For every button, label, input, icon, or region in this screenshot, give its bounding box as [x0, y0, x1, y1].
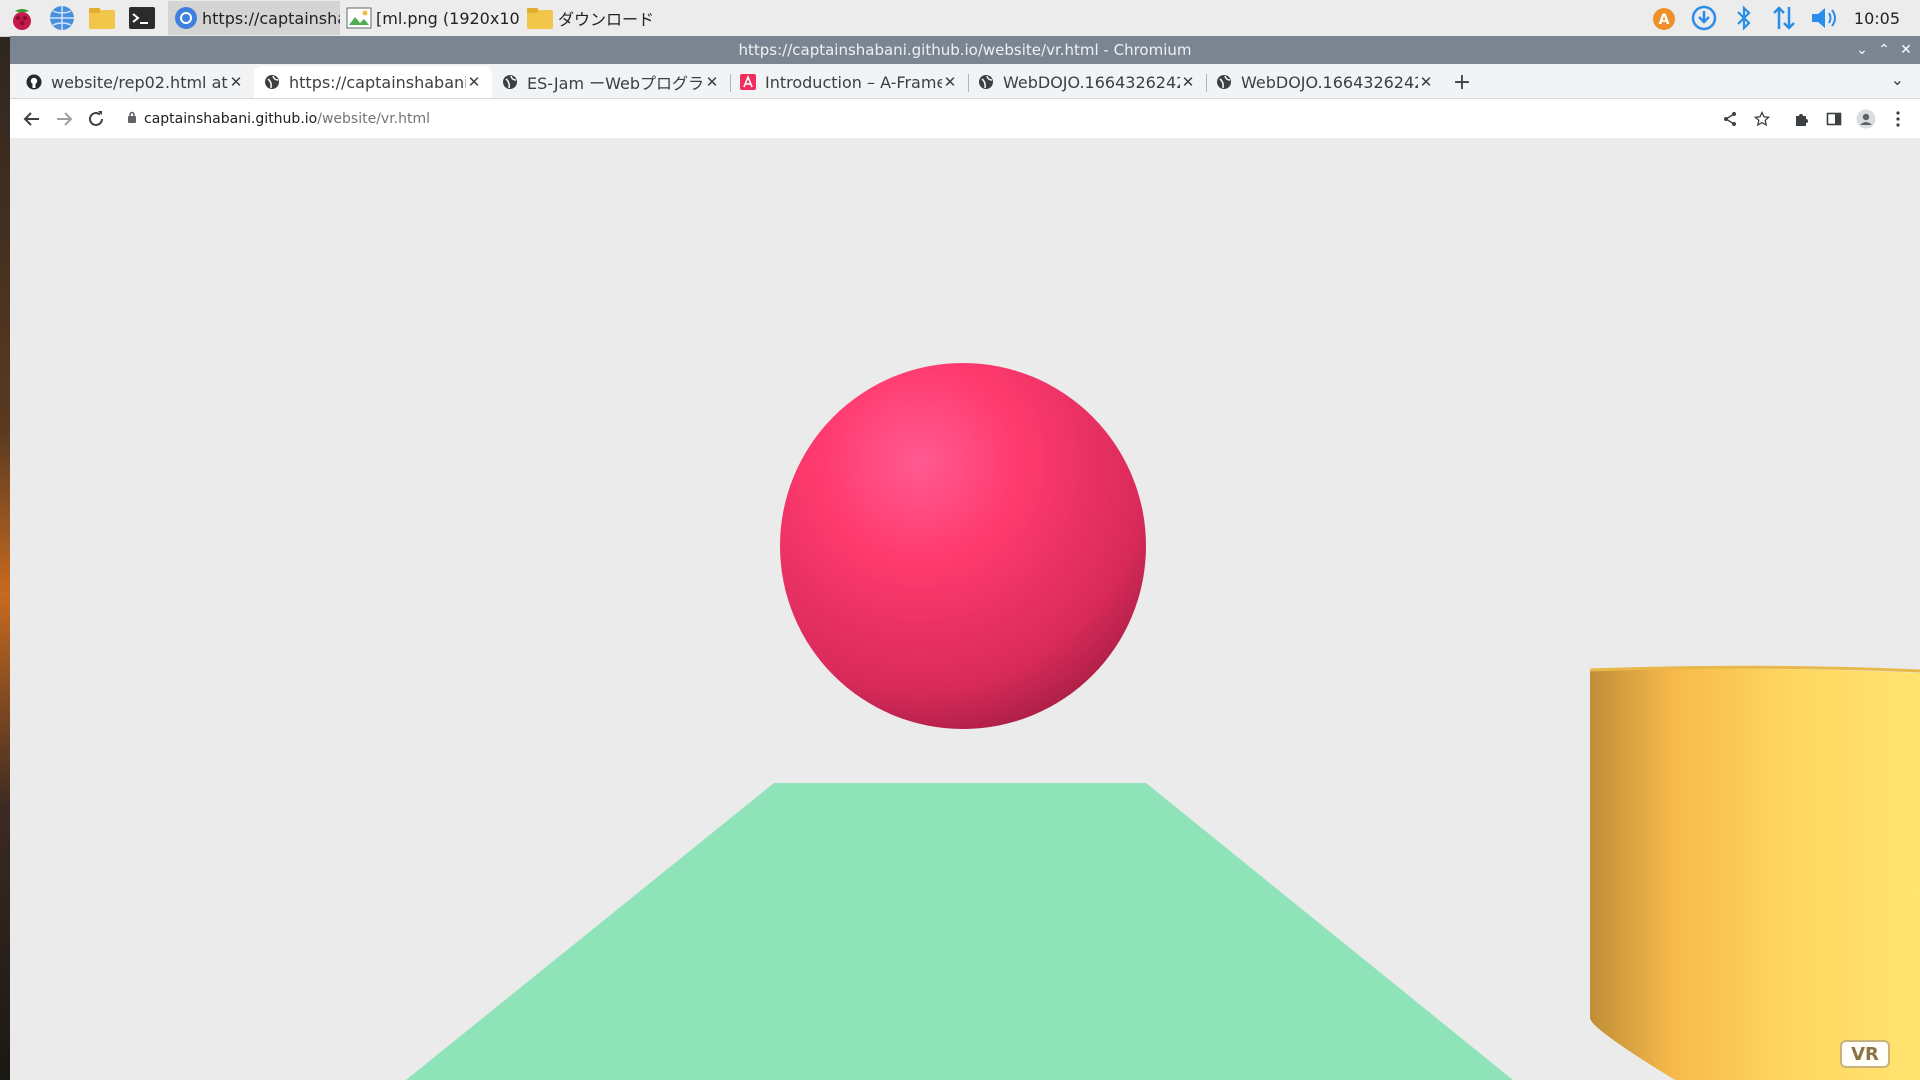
raspberry-menu-icon[interactable]	[4, 0, 40, 36]
reload-icon[interactable]	[80, 103, 112, 135]
more-menu-icon[interactable]	[1882, 103, 1914, 135]
profile-avatar-icon[interactable]	[1850, 103, 1882, 135]
file-manager-icon[interactable]	[84, 0, 120, 36]
new-tab-button[interactable]: +	[1444, 66, 1480, 98]
taskbar-task-label: ダウンロード	[558, 10, 655, 29]
scene-render	[10, 138, 1920, 1080]
window-title: https://captainshabani.github.io/website…	[738, 41, 1192, 59]
taskbar-task-downloads[interactable]: ダウンロード	[520, 1, 672, 35]
lock-icon[interactable]	[120, 111, 144, 126]
window-titlebar[interactable]: https://captainshabani.github.io/website…	[10, 36, 1920, 64]
url-path: /website/vr.html	[317, 110, 430, 127]
download-icon[interactable]	[1684, 0, 1724, 36]
address-bar[interactable]: captainshabani.github.io/website/vr.html	[120, 103, 1706, 134]
tab-close-icon[interactable]: ✕	[1418, 73, 1434, 91]
tab-title: WebDOJO.1664326242582	[1241, 72, 1418, 92]
tab-title: Introduction – A-Frame	[765, 72, 942, 92]
globe-icon	[264, 74, 280, 90]
tab-vr-page[interactable]: https://captainshabani.github ✕	[254, 66, 492, 98]
back-arrow-icon[interactable]	[16, 103, 48, 135]
github-icon	[26, 74, 42, 90]
bluetooth-icon[interactable]	[1724, 0, 1764, 36]
tab-search-chevron-icon[interactable]: ⌄	[1891, 70, 1904, 89]
globe-icon	[1216, 74, 1232, 90]
vr-scene-canvas[interactable]: VR	[10, 138, 1920, 1080]
terminal-icon[interactable]	[124, 0, 160, 36]
globe-icon	[502, 74, 518, 90]
software-update-icon[interactable]: A	[1644, 0, 1684, 36]
browser-window: https://captainshabani.github.io/website…	[10, 36, 1920, 1080]
tab-strip: website/rep02.html at main ✕ https://cap…	[10, 64, 1920, 99]
tab-es-jam[interactable]: ES-Jam ーWebプログラミ ✕	[492, 66, 731, 98]
volume-icon[interactable]	[1804, 0, 1844, 36]
close-window-icon[interactable]: ✕	[1898, 42, 1914, 58]
yellow-cylinder	[1590, 668, 1920, 1080]
aframe-icon	[740, 74, 756, 90]
folder-icon	[526, 4, 554, 32]
globe-icon	[978, 74, 994, 90]
enter-vr-button[interactable]: VR	[1840, 1040, 1890, 1068]
tab-title: WebDOJO.1664326242582	[1003, 72, 1180, 92]
browser-toolbar: captainshabani.github.io/website/vr.html	[10, 99, 1920, 139]
tab-close-icon[interactable]: ✕	[704, 73, 720, 91]
share-icon[interactable]	[1714, 103, 1746, 135]
tab-title: https://captainshabani.github	[289, 72, 466, 92]
tab-close-icon[interactable]: ✕	[942, 73, 958, 91]
taskbar-task-chromium[interactable]: https://captainshaba...	[168, 1, 340, 35]
tab-close-icon[interactable]: ✕	[228, 73, 244, 91]
bookmark-star-icon[interactable]	[1746, 103, 1778, 135]
svg-text:A: A	[1658, 12, 1669, 28]
taskbar-task-label: https://captainshaba...	[202, 8, 340, 28]
url-host: captainshabani.github.io	[144, 110, 318, 127]
system-tray: A 10:05	[1644, 0, 1920, 36]
taskbar-task-image-viewer[interactable]: [ml.png (1920x1080) ...	[340, 1, 520, 35]
clock[interactable]: 10:05	[1844, 9, 1920, 28]
image-viewer-icon	[346, 4, 372, 32]
pink-sphere	[780, 363, 1146, 729]
tab-webdojo-1[interactable]: WebDOJO.1664326242582 ✕	[968, 66, 1207, 98]
taskbar-task-label: [ml.png (1920x1080) ...	[376, 8, 520, 28]
forward-arrow-icon[interactable]	[48, 103, 80, 135]
web-browser-icon[interactable]	[44, 0, 80, 36]
network-icon[interactable]	[1764, 0, 1804, 36]
tab-title: ES-Jam ーWebプログラミ	[527, 74, 704, 93]
maximize-icon[interactable]: ⌃	[1876, 42, 1892, 58]
chromium-icon	[174, 4, 198, 32]
tab-close-icon[interactable]: ✕	[1180, 73, 1196, 91]
tab-aframe-intro[interactable]: Introduction – A-Frame ✕	[730, 66, 969, 98]
tab-title: website/rep02.html at main	[51, 72, 228, 92]
taskbar: https://captainshaba... [ml.png (1920x10…	[0, 0, 1920, 37]
tab-webdojo-2[interactable]: WebDOJO.1664326242582 ✕	[1206, 66, 1444, 98]
tab-close-icon[interactable]: ✕	[466, 73, 482, 91]
tab-github-rep02[interactable]: website/rep02.html at main ✕	[16, 66, 255, 98]
side-panel-icon[interactable]	[1818, 103, 1850, 135]
minimize-icon[interactable]: ⌄	[1854, 42, 1870, 58]
extensions-puzzle-icon[interactable]	[1786, 103, 1818, 135]
